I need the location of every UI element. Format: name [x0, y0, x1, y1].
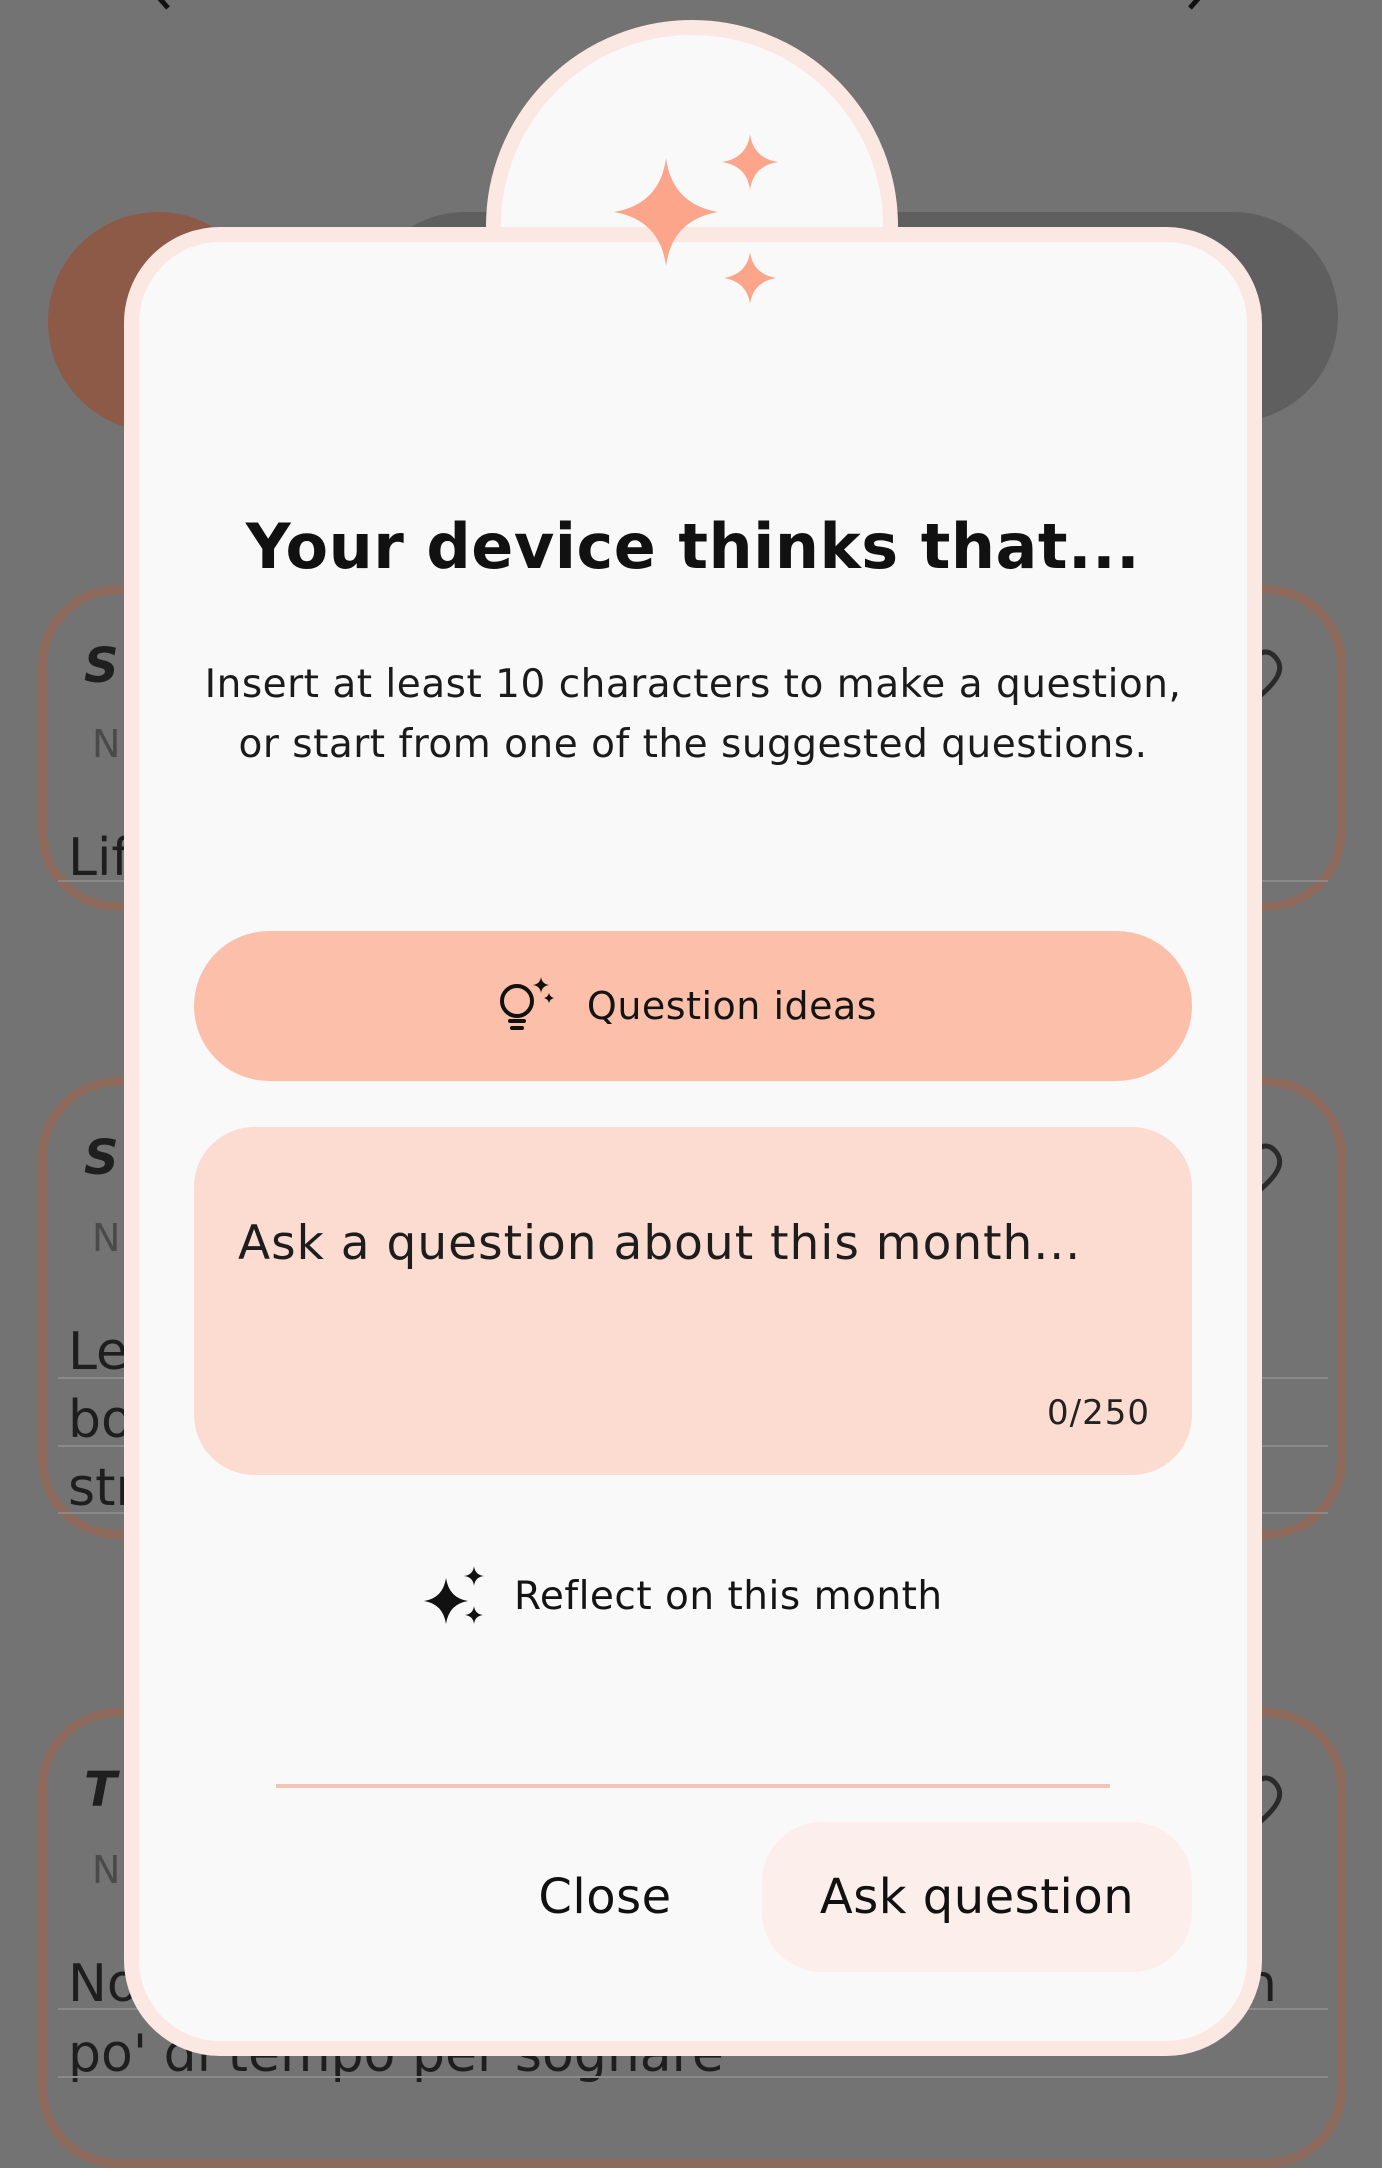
lightbulb-sparkle-icon: [499, 977, 554, 1030]
close-button[interactable]: Close: [500, 1822, 710, 1972]
sparkles-icon: [614, 134, 778, 304]
ask-question-dialog: Your device thinks that... Insert at lea…: [0, 0, 1382, 2118]
question-ideas-button[interactable]: Question ideas: [194, 931, 1192, 1081]
dialog-divider: [276, 1784, 1110, 1788]
character-counter: 0/250: [1047, 1393, 1150, 1433]
reflect-on-month-button[interactable]: Reflect on this month: [420, 1560, 943, 1632]
sparkles-icon: [424, 1566, 484, 1624]
dialog-title: Your device thinks that...: [245, 510, 1141, 583]
question-ideas-label: Question ideas: [586, 984, 878, 1028]
dialog-description: Insert at least 10 characters to make a …: [204, 662, 1182, 767]
reflect-label: Reflect on this month: [514, 1573, 943, 1619]
ask-question-button[interactable]: Ask question: [762, 1822, 1192, 1972]
question-input[interactable]: [236, 1187, 1140, 1299]
question-input-container[interactable]: 0/250: [194, 1127, 1192, 1475]
